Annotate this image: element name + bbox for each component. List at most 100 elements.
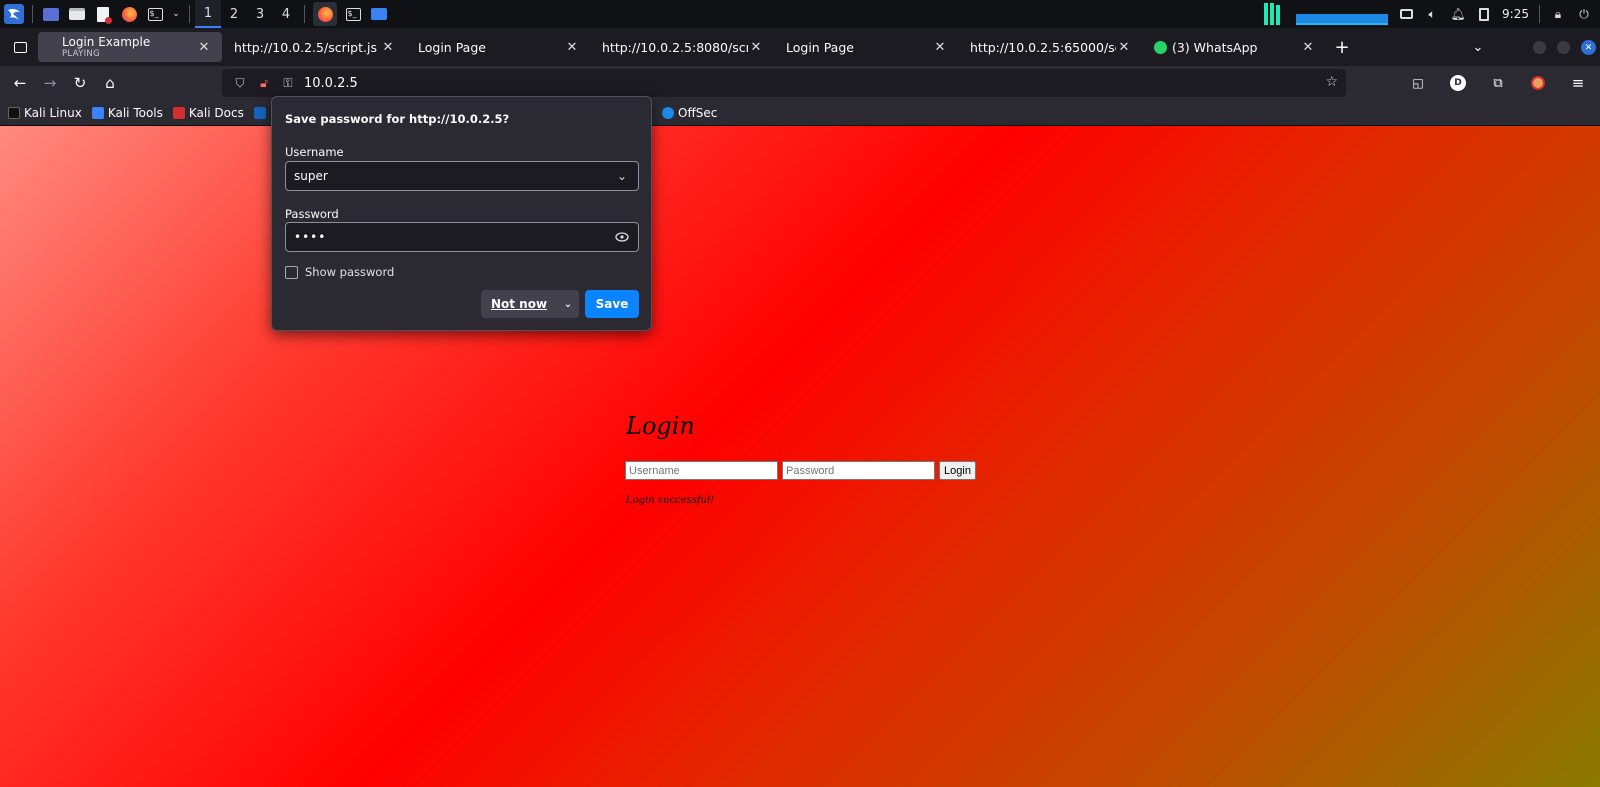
bookmark-star-icon[interactable]: ☆	[1325, 74, 1338, 90]
bookmark-kali-docs[interactable]: Kali Docs	[172, 105, 244, 120]
kali-docs-icon	[172, 106, 185, 119]
back-arrow-icon[interactable]: ←	[6, 69, 34, 97]
new-tab-icon[interactable]: +	[1328, 33, 1356, 61]
addon-icon[interactable]	[1524, 69, 1552, 97]
workspace-2[interactable]: 2	[221, 0, 247, 28]
terminal-icon[interactable]: $_	[145, 4, 165, 24]
minimize-button[interactable]	[1533, 41, 1546, 54]
close-icon[interactable]: ✕	[1300, 39, 1316, 55]
clock[interactable]: 9:25	[1502, 7, 1529, 21]
shield-icon[interactable]: ⛉	[230, 73, 250, 93]
password-value: ••••	[294, 230, 327, 244]
close-window-button[interactable]: ✕	[1581, 40, 1596, 55]
bookmark-kali-linux[interactable]: Kali Linux	[8, 106, 82, 120]
panel-heading: Save password for http://10.0.2.5?	[285, 112, 510, 126]
tab-login-example[interactable]: Login Example PLAYING ✕	[38, 32, 222, 62]
maximize-button[interactable]	[1557, 41, 1570, 54]
system-tray: 🔈︎ 🔔︎ 9:25 🔒︎ ⏻	[1264, 0, 1600, 28]
web-page: Login Login Login successful!	[0, 126, 1600, 787]
whatsapp-icon	[1154, 40, 1167, 54]
workspace-1[interactable]: 1	[195, 0, 221, 28]
volume-icon[interactable]: 🔈︎	[1424, 6, 1440, 22]
page-title: Login	[626, 412, 695, 440]
forward-arrow-icon[interactable]: →	[36, 69, 64, 97]
save-password-panel: Save password for http://10.0.2.5? Usern…	[271, 96, 652, 331]
show-password-row[interactable]: Show password	[285, 265, 394, 279]
extensions-icon[interactable]: ⧉	[1484, 69, 1512, 97]
tab-title: http://10.0.2.5/script.js	[234, 39, 377, 55]
taskbar-separator	[189, 5, 190, 23]
password-input[interactable]	[782, 461, 935, 480]
lock-icon[interactable]: 🔒︎	[1550, 6, 1566, 22]
chevron-down-icon[interactable]: ⌄	[614, 168, 630, 184]
username-value: super	[294, 169, 328, 183]
close-icon[interactable]: ✕	[748, 39, 764, 55]
bookmarks-toolbar: Kali Linux Kali Tools Kali Docs Ka OffSe…	[0, 100, 1600, 126]
reload-icon[interactable]: ↻	[66, 69, 94, 97]
close-icon[interactable]: ✕	[564, 39, 580, 55]
show-desktop-icon[interactable]	[41, 4, 61, 24]
toolbar-actions: ◱ D ⧉ ≡	[1402, 69, 1592, 97]
chevron-down-icon[interactable]: ⌄	[171, 4, 181, 24]
tab-title: Login Page	[418, 39, 486, 55]
file-manager-icon[interactable]	[67, 4, 87, 24]
bookmark-offsec[interactable]: OffSec	[662, 106, 717, 120]
window-icon[interactable]	[369, 4, 389, 24]
taskbar-separator	[1539, 5, 1540, 23]
screen-icon[interactable]	[1398, 6, 1414, 22]
password-field[interactable]: ••••	[285, 222, 639, 252]
url-bar[interactable]: ⛉ 🔓︎ ⚿ 10.0.2.5 ☆	[222, 69, 1346, 97]
login-button[interactable]: Login	[939, 461, 976, 480]
home-icon[interactable]: ⌂	[96, 69, 124, 97]
logout-icon[interactable]: ⏻	[1576, 6, 1592, 22]
close-icon[interactable]: ✕	[380, 39, 396, 55]
firefox-window-icon[interactable]	[313, 2, 337, 26]
pocket-icon[interactable]: ◱	[1404, 69, 1432, 97]
username-input[interactable]	[625, 461, 778, 480]
url-text[interactable]: 10.0.2.5	[304, 76, 358, 91]
workspace-3[interactable]: 3	[247, 0, 273, 28]
cpu-graph	[1264, 3, 1286, 25]
menu-icon[interactable]: ≡	[1564, 69, 1592, 97]
kali-menu-icon[interactable]	[4, 4, 24, 24]
key-icon[interactable]: ⚿	[278, 73, 298, 93]
text-editor-icon[interactable]	[93, 4, 113, 24]
tab-whatsapp[interactable]: (3) WhatsApp ✕	[1142, 32, 1326, 62]
tab-login-page[interactable]: Login Page ✕	[406, 32, 590, 62]
firefox-view-icon[interactable]	[4, 33, 36, 61]
notification-bell-icon[interactable]: 🔔︎	[1450, 6, 1466, 22]
tab-title: Login Example	[62, 35, 151, 49]
username-field[interactable]: super ⌄	[285, 161, 639, 191]
tab-script-js[interactable]: http://10.0.2.5/script.js ✕	[222, 32, 406, 62]
close-icon[interactable]: ✕	[932, 39, 948, 55]
tab-title: (3) WhatsApp	[1172, 39, 1258, 55]
bookmark-label: Kali Docs	[188, 105, 244, 120]
close-icon[interactable]: ✕	[1116, 39, 1132, 55]
eye-icon[interactable]	[614, 229, 630, 245]
not-now-label[interactable]: Not now	[481, 297, 557, 311]
workspace-4[interactable]: 4	[273, 0, 299, 28]
firefox-icon[interactable]	[119, 4, 139, 24]
list-all-tabs-icon[interactable]: ⌄	[1464, 33, 1492, 61]
bookmark-label: Kali Tools	[107, 105, 163, 120]
taskbar-separator	[32, 5, 33, 23]
account-icon[interactable]: D	[1444, 69, 1472, 97]
show-password-checkbox[interactable]	[285, 265, 298, 279]
close-icon[interactable]: ✕	[196, 39, 212, 55]
kali-forums-icon	[253, 106, 266, 119]
save-button[interactable]: Save	[585, 290, 639, 318]
clipboard-icon[interactable]	[1476, 6, 1492, 22]
terminal-window-icon[interactable]: $_	[343, 4, 363, 24]
tab-login-page-2[interactable]: Login Page ✕	[774, 32, 958, 62]
navigation-bar: ← → ↻ ⌂ ⛉ 🔓︎ ⚿ 10.0.2.5 ☆ ◱ D ⧉ ≡	[0, 66, 1600, 100]
show-password-label[interactable]: Show password	[305, 265, 394, 279]
bookmark-kali-tools[interactable]: Kali Tools	[91, 105, 163, 120]
chevron-down-icon[interactable]: ⌄	[557, 299, 579, 310]
tab-script-js-8080[interactable]: http://10.0.2.5:8080/script.js ✕	[590, 32, 774, 62]
username-label: Username	[285, 145, 344, 159]
tab-script-js-65000[interactable]: http://10.0.2.5:65000/script.js ✕	[958, 32, 1142, 62]
offsec-icon	[662, 106, 674, 119]
not-now-button[interactable]: Not now ⌄	[481, 290, 579, 318]
insecure-lock-icon[interactable]: 🔓︎	[254, 73, 274, 93]
bookmark-label: Kali Linux	[24, 105, 82, 120]
